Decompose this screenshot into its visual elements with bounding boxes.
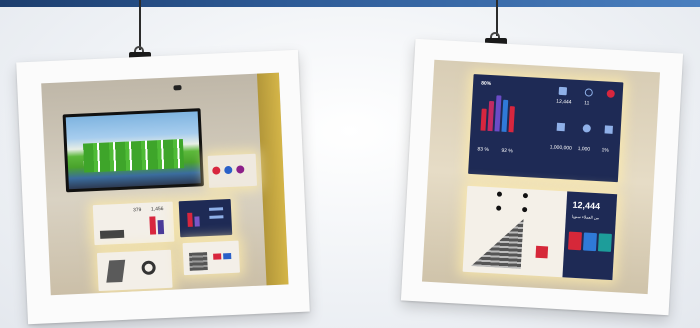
percent-left: 83 % bbox=[477, 146, 489, 153]
bar-1 bbox=[480, 108, 487, 131]
stat-b: 1,456 bbox=[150, 206, 164, 213]
stats-panel-bottom-left bbox=[96, 249, 173, 292]
kpi-3: 1,000,000 bbox=[549, 144, 573, 152]
bullet-3 bbox=[496, 205, 502, 211]
hanging-string-right bbox=[496, 0, 498, 36]
bullet-1 bbox=[496, 191, 503, 197]
color-dot-3 bbox=[236, 165, 245, 174]
arabic-caption: من العملاء سنويا bbox=[571, 213, 600, 221]
spotlight-icon bbox=[173, 85, 182, 91]
stats-panel-top-left: 379 1,456 bbox=[92, 201, 175, 246]
gear-icon bbox=[141, 260, 156, 276]
top-accent-bar bbox=[0, 0, 700, 7]
color-dot-2 bbox=[224, 165, 233, 175]
big-number: 12,444 bbox=[572, 199, 601, 212]
bar-2 bbox=[487, 100, 495, 132]
stats-panel-bottom-right bbox=[182, 240, 240, 276]
bullet-2 bbox=[522, 192, 529, 199]
kpi-2: 11 bbox=[584, 100, 590, 107]
percent-right: 92 % bbox=[501, 147, 513, 155]
photo-right-scene: 80% 83 % 92 % 12,444 11 1,000,000 1,000 … bbox=[421, 59, 661, 295]
kpi-icon-5 bbox=[582, 124, 591, 133]
kpi-4: 1,000 bbox=[577, 145, 591, 153]
tile-blue bbox=[582, 232, 597, 252]
tv-screen bbox=[65, 111, 201, 190]
photo-left-scene: 379 1,456 bbox=[41, 72, 289, 296]
infographic-panel-bottom: 12,444 من العملاء سنويا bbox=[462, 185, 618, 281]
mini-bar-chart bbox=[479, 90, 527, 133]
tile-teal bbox=[597, 233, 612, 252]
bar-5 bbox=[508, 106, 515, 133]
tile-red bbox=[567, 231, 582, 251]
photo-frame-left: 379 1,456 bbox=[16, 49, 310, 325]
tile-pink bbox=[535, 245, 549, 259]
yellow-wall-edge bbox=[256, 72, 289, 286]
header-percent: 80% bbox=[480, 80, 492, 88]
kpi-icon-4 bbox=[556, 122, 566, 132]
stepped-graphic bbox=[471, 216, 524, 269]
bar-4 bbox=[501, 99, 509, 132]
kpi-icon-6 bbox=[604, 125, 613, 134]
kpi-icon-1 bbox=[558, 86, 568, 96]
color-dot-1 bbox=[212, 166, 221, 175]
bullet-4 bbox=[522, 206, 528, 213]
number-card: 12,444 من العملاء سنويا bbox=[562, 191, 618, 281]
wall-tv bbox=[62, 108, 205, 193]
photo-frame-right: 80% 83 % 92 % 12,444 11 1,000,000 1,000 … bbox=[400, 38, 684, 316]
bar-3 bbox=[494, 95, 502, 132]
kpi-5: 1% bbox=[601, 147, 609, 154]
kpi-icon-3 bbox=[606, 89, 615, 98]
kpi-1: 12,444 bbox=[556, 98, 572, 106]
kpi-icon-2 bbox=[584, 88, 594, 97]
stat-a: 379 bbox=[132, 207, 142, 214]
infographic-panel-top: 80% 83 % 92 % 12,444 11 1,000,000 1,000 … bbox=[468, 74, 624, 183]
stats-panel-top-right bbox=[178, 198, 233, 238]
hanging-string-left bbox=[139, 0, 141, 50]
dots-panel bbox=[207, 153, 258, 188]
tv-building-image bbox=[82, 139, 185, 173]
